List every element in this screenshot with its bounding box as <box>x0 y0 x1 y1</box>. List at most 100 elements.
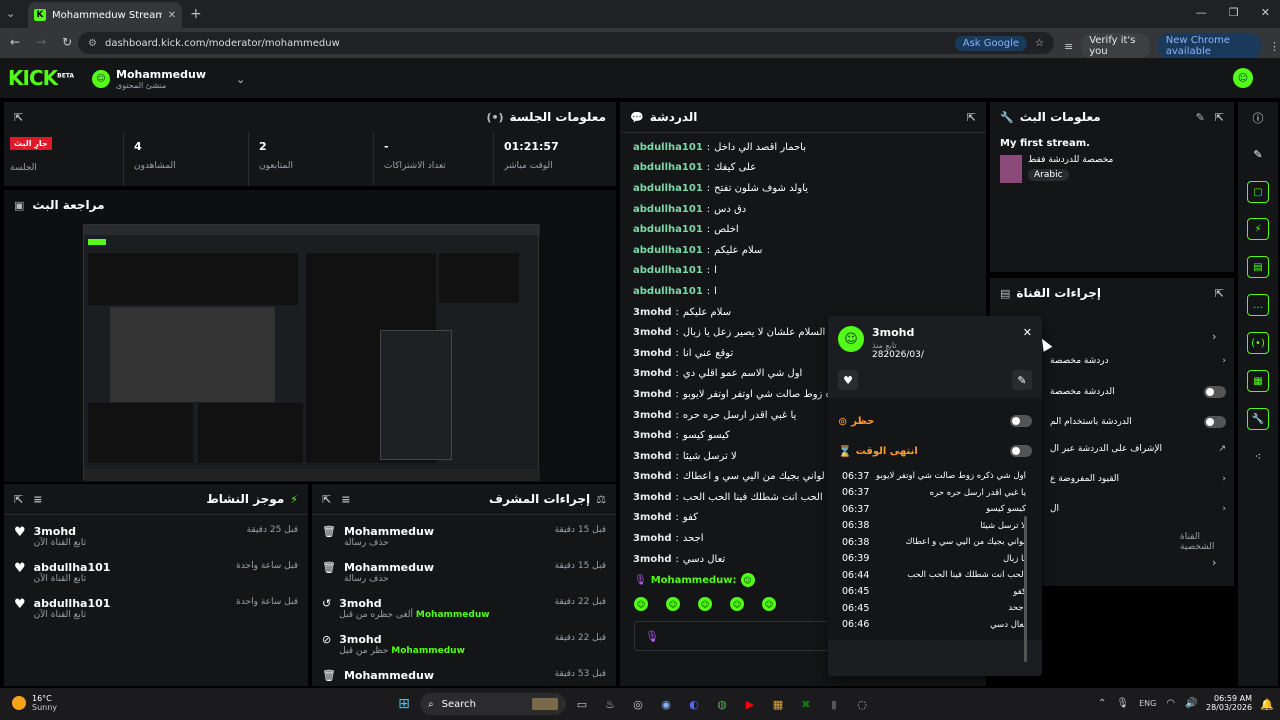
back-icon[interactable]: ← <box>10 35 20 49</box>
filter-icon[interactable]: ≡ <box>33 493 42 506</box>
stream-video[interactable] <box>83 224 540 481</box>
chat-username[interactable]: 3mohd <box>633 307 672 318</box>
windows-start-icon[interactable]: ⊞ <box>394 694 414 714</box>
task-view-icon[interactable]: ▭ <box>572 694 592 714</box>
chat-username[interactable]: 3mohd <box>633 410 672 421</box>
chat-username[interactable]: 3mohd <box>633 348 672 359</box>
filter-icon[interactable]: ≡ <box>341 493 350 506</box>
user-avatar[interactable]: ☺ <box>1233 68 1253 88</box>
tray-chevron-icon[interactable]: ⌃ <box>1098 698 1106 709</box>
verify-button[interactable]: Verify it's you <box>1081 33 1150 59</box>
obs-icon[interactable]: ◌ <box>852 694 872 714</box>
chat-username[interactable]: 3mohd <box>633 327 672 338</box>
popout-icon[interactable]: ⇱ <box>14 111 23 124</box>
chat-username[interactable]: 3mohd <box>633 492 672 503</box>
close-icon[interactable]: ✕ <box>1023 326 1032 339</box>
chat-username[interactable]: abdullha101 <box>633 245 703 256</box>
mod-action-user[interactable]: Mohammeduw <box>344 669 434 682</box>
chat-username[interactable]: abdullha101 <box>633 162 703 173</box>
mod-action-user[interactable]: 3mohd <box>339 597 489 610</box>
toggle-switch[interactable] <box>1204 416 1226 428</box>
channel-action-item[interactable]: دردشة مخصصة › <box>1050 356 1226 366</box>
chevron-right-icon[interactable]: › <box>1212 556 1216 569</box>
chevron-down-icon[interactable]: ⌄ <box>236 73 245 86</box>
chat-username[interactable]: 3mohd <box>633 451 672 462</box>
broadcast-icon[interactable]: (•) <box>1247 332 1269 354</box>
new-chrome-button[interactable]: New Chrome available <box>1157 33 1261 59</box>
popout-icon[interactable]: ⇱ <box>322 493 331 506</box>
emote-icon[interactable]: ☺ <box>730 597 744 612</box>
chat-username[interactable]: abdullha101 <box>633 142 703 153</box>
popout-icon[interactable]: ⇱ <box>14 493 23 506</box>
site-info-icon[interactable]: ⚙ <box>88 38 97 49</box>
heart-icon[interactable]: ♥ <box>838 370 858 390</box>
app-icon[interactable]: ▦ <box>768 694 788 714</box>
popout-icon[interactable]: ⇱ <box>1215 287 1224 300</box>
volume-icon[interactable]: 🔊 <box>1185 698 1197 709</box>
scrollbar[interactable] <box>1024 516 1027 662</box>
chat-username[interactable]: 3mohd <box>633 389 672 400</box>
ask-google-button[interactable]: Ask Google <box>954 35 1028 51</box>
channel-switcher[interactable]: ☺ Mohammeduw منشئ المحتوى ⌄ <box>92 68 245 90</box>
xbox-icon[interactable]: ✖ <box>796 694 816 714</box>
lightning-icon[interactable]: ⚡ <box>1247 218 1269 240</box>
app-icon[interactable]: ◎ <box>628 694 648 714</box>
bookmark-star-icon[interactable]: ☆ <box>1035 38 1044 49</box>
chat-username[interactable]: abdullha101 <box>633 204 703 215</box>
menu-kebab-icon[interactable]: ⋮ <box>1269 40 1280 53</box>
more-icon[interactable]: ⁖ <box>1238 438 1278 474</box>
channel-action-item[interactable]: القيود المفروضة ع › <box>1050 474 1226 484</box>
mod-action-by[interactable]: Mohammeduw <box>416 610 490 620</box>
chat-username[interactable]: 3mohd <box>633 471 672 482</box>
channel-action-item[interactable]: ال › <box>1050 504 1226 514</box>
chat-username[interactable]: abdullha101 <box>633 286 703 297</box>
clock[interactable]: 06:59 AM 28/03/2026 <box>1206 694 1252 712</box>
restore-icon[interactable]: ❐ <box>1229 6 1239 19</box>
chat-username[interactable]: 3mohd <box>633 512 672 523</box>
chat-username[interactable]: abdullha101 <box>633 183 703 194</box>
chevron-right-icon[interactable]: › <box>1212 330 1216 343</box>
close-window-icon[interactable]: ✕ <box>1261 6 1270 19</box>
timeout-toggle[interactable] <box>1010 445 1032 457</box>
info-icon[interactable]: ⓘ <box>1238 102 1278 134</box>
ban-toggle[interactable] <box>1010 415 1032 427</box>
screen-icon[interactable]: ▢ <box>1247 181 1269 203</box>
wrench-icon[interactable]: 🔧 <box>1247 408 1269 430</box>
activity-user[interactable]: abdullha101 <box>34 561 111 574</box>
mod-action-user[interactable]: Mohammeduw <box>344 525 434 538</box>
mod-action-user[interactable]: Mohammeduw <box>344 561 434 574</box>
minimize-icon[interactable]: — <box>1196 6 1207 19</box>
tab-list-icon[interactable]: ⌄ <box>6 7 15 20</box>
list-icon[interactable]: ▤ <box>1247 256 1269 278</box>
channel-icon[interactable]: ▦ <box>1247 370 1269 392</box>
activity-user[interactable]: abdullha101 <box>34 597 111 610</box>
emote-icon[interactable]: ☺ <box>762 597 776 612</box>
mod-action-by[interactable]: Mohammeduw <box>391 646 465 656</box>
taskbar-search[interactable]: ⌕ Search <box>420 693 566 715</box>
edit-pencil-icon[interactable]: ✎ <box>1196 111 1205 124</box>
chat-username[interactable]: 3mohd <box>633 430 672 441</box>
chrome-icon[interactable]: ◍ <box>712 694 732 714</box>
chat-bubble-icon[interactable]: … <box>1247 294 1269 316</box>
new-tab-icon[interactable]: + <box>190 6 202 22</box>
mic-icon[interactable]: 🎙 <box>1116 698 1129 709</box>
kick-logo[interactable]: KICKBETA <box>8 66 74 90</box>
emote-icon[interactable]: ☺ <box>666 597 680 612</box>
user-message-log[interactable]: 06:37 اول شي ذكره زوط صالت شي اوتفر لايوب… <box>838 466 1032 640</box>
steam-icon[interactable]: ♨ <box>600 694 620 714</box>
chat-username[interactable]: 3mohd <box>633 554 672 565</box>
mic-off-icon[interactable]: ✎ <box>1012 370 1032 390</box>
app-icon[interactable]: ▮ <box>824 694 844 714</box>
emote-icon[interactable]: ☺ <box>634 597 648 612</box>
close-tab-icon[interactable]: ✕ <box>168 10 176 21</box>
edit-pencil-icon[interactable]: ✎ <box>1238 134 1278 174</box>
chat-username[interactable]: abdullha101 <box>633 265 703 276</box>
chat-username[interactable]: abdullha101 <box>633 224 703 235</box>
channel-action-item[interactable]: الإشراف على الدردشة عبر ال ↗ <box>1050 444 1226 454</box>
url-field[interactable]: ⚙ dashboard.kick.com/moderator/mohammedu… <box>78 32 1054 54</box>
notification-bell-icon[interactable]: 🔔 <box>1260 698 1274 711</box>
chat-username[interactable]: 3mohd <box>633 368 672 379</box>
activity-user[interactable]: 3mohd <box>34 525 86 538</box>
language-indicator[interactable]: ENG <box>1139 699 1156 708</box>
popout-icon[interactable]: ⇱ <box>967 111 976 124</box>
